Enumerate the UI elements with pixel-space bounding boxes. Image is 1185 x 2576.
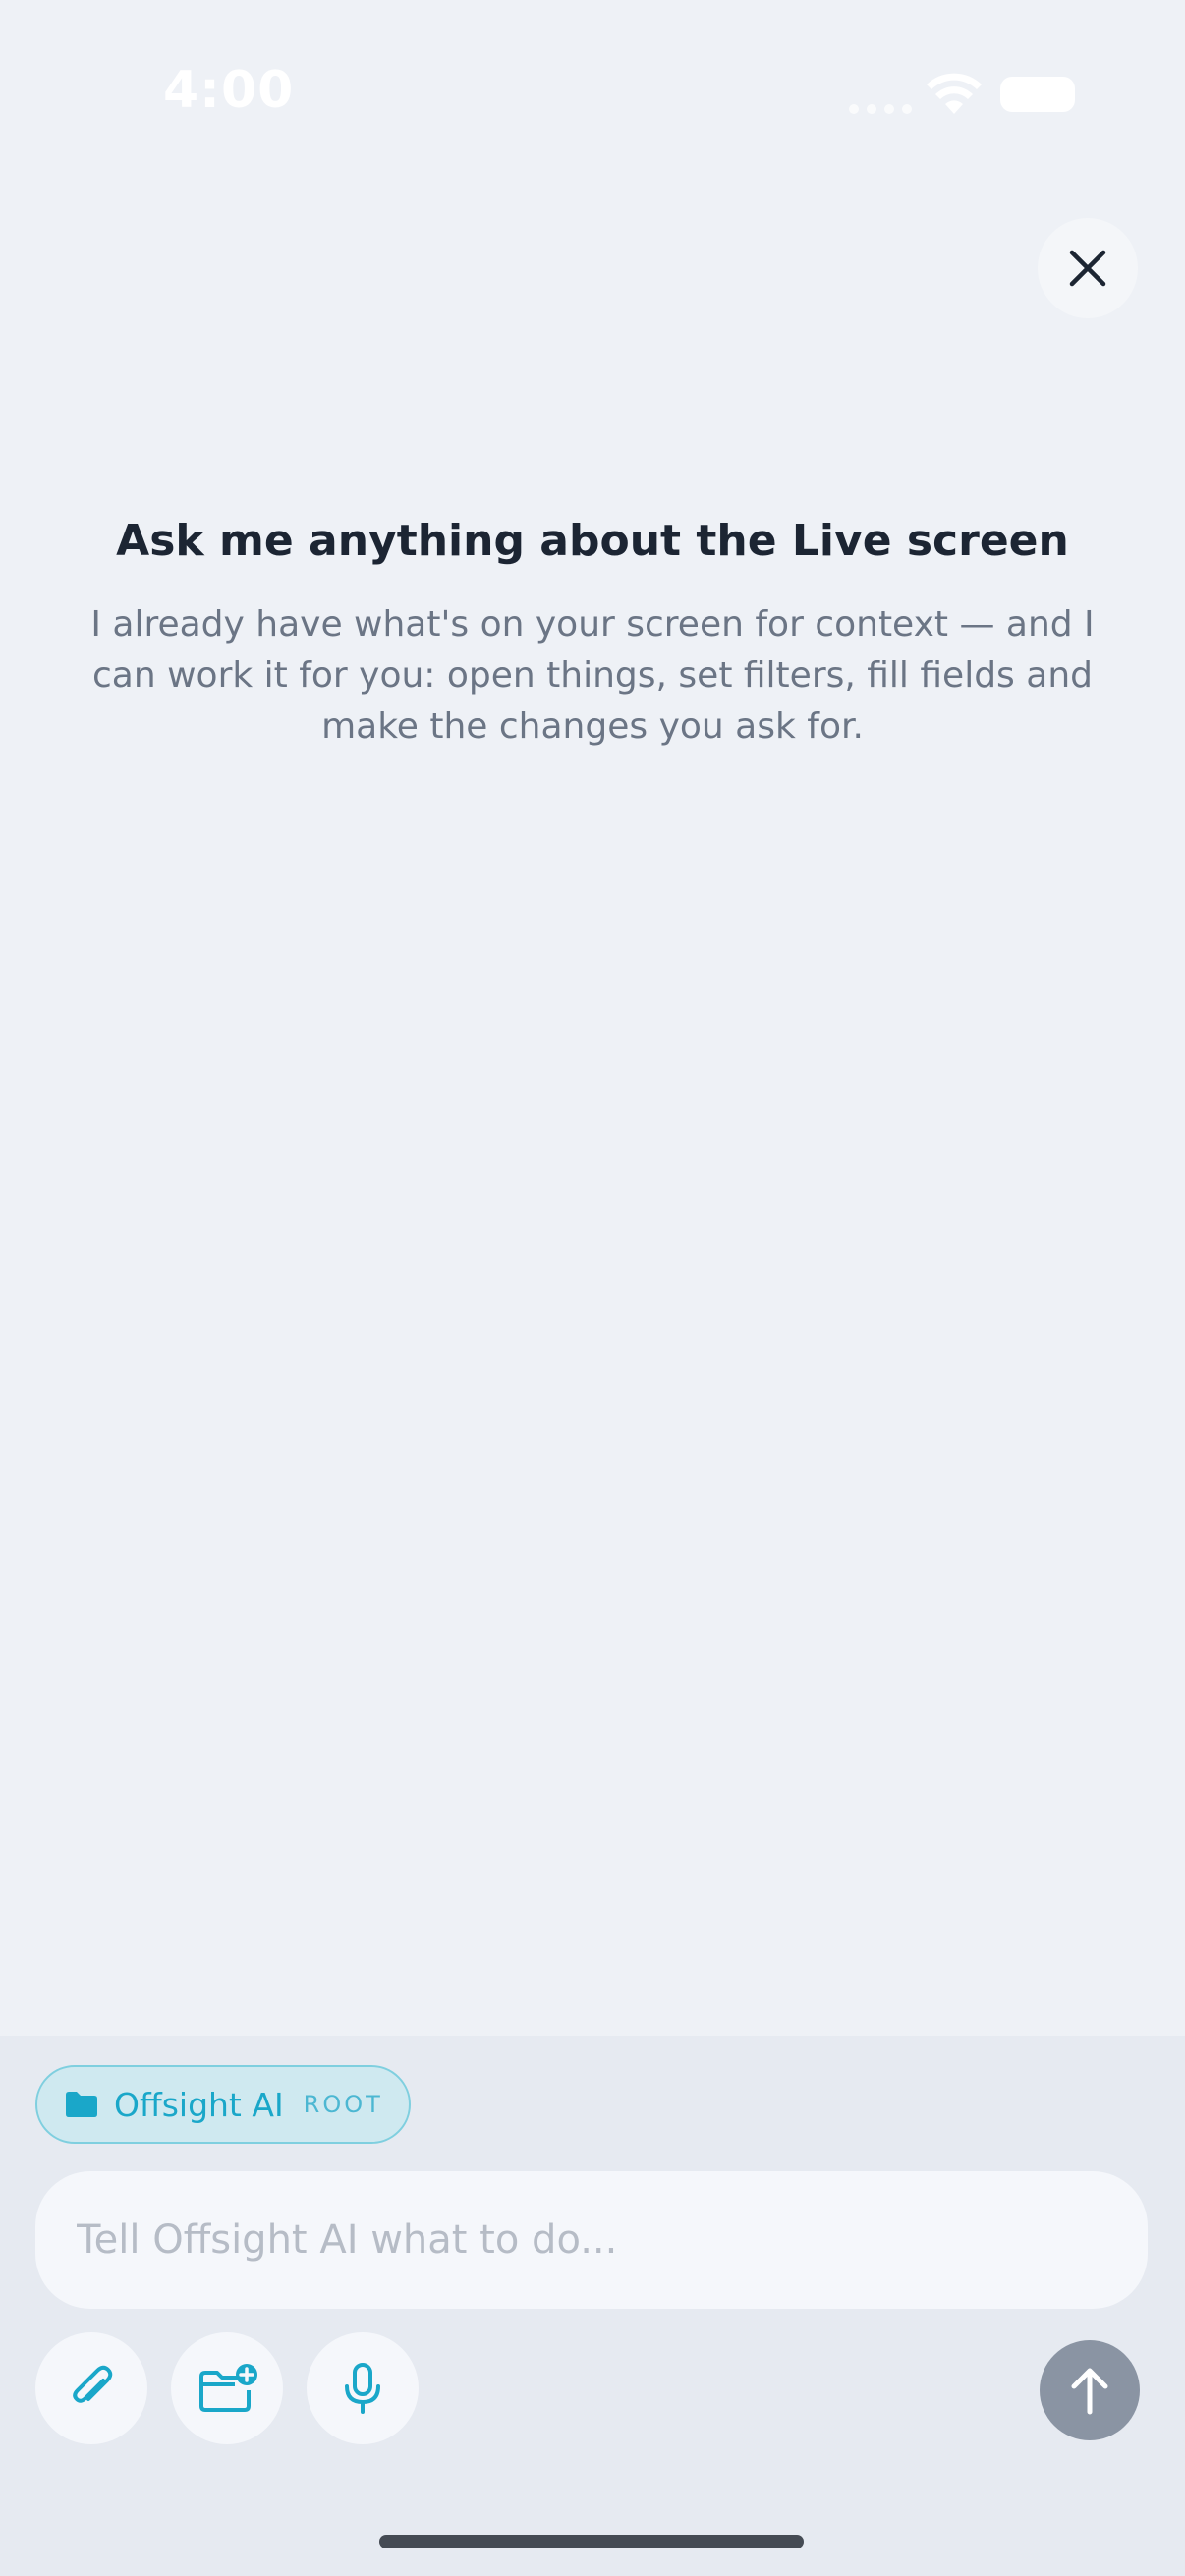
context-chip-label: Offsight AI (114, 2085, 284, 2124)
microphone-icon (345, 2363, 380, 2414)
attach-button[interactable] (35, 2332, 147, 2444)
intro-title: Ask me anything about the Live screen (116, 516, 1069, 566)
close-icon (1069, 250, 1106, 287)
arrow-up-icon (1071, 2368, 1108, 2415)
composer-panel: Offsight AI ROOT (0, 2036, 1185, 2576)
add-folder-button[interactable] (171, 2332, 283, 2444)
close-button[interactable] (1038, 218, 1138, 318)
intro-description: I already have what's on your screen for… (90, 604, 1095, 747)
paperclip-icon (73, 2365, 113, 2403)
intro-section: Ask me anything about the Live screen I … (59, 505, 1126, 753)
folder-icon (66, 2092, 97, 2117)
send-button[interactable] (1040, 2340, 1140, 2440)
folder-add-icon (199, 2364, 257, 2412)
wifi-icon (927, 73, 982, 114)
status-time: 4:00 (163, 61, 295, 120)
voice-input-button[interactable] (307, 2332, 419, 2444)
home-indicator[interactable] (379, 2535, 804, 2548)
cellular-signal-icon (849, 104, 912, 114)
status-bar: 4:00 (0, 0, 1185, 196)
context-chip[interactable]: Offsight AI ROOT (35, 2065, 411, 2144)
battery-icon (1000, 77, 1075, 112)
prompt-input[interactable] (35, 2171, 1148, 2309)
context-chip-tag: ROOT (303, 2091, 383, 2118)
